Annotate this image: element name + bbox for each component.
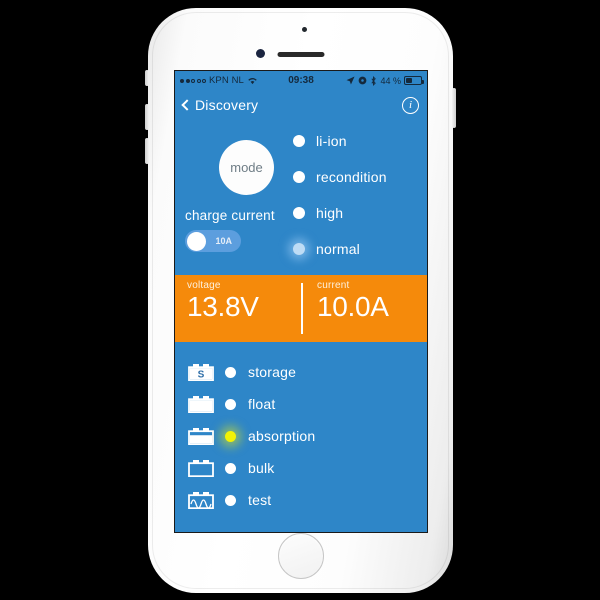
phone-device: KPN NL 09:38 44 % Discovery i mode li-io… xyxy=(145,8,456,593)
mode-option-label: li-ion xyxy=(316,133,347,149)
mode-button[interactable]: mode xyxy=(219,140,274,195)
status-row-label: float xyxy=(248,396,276,412)
battery-icon xyxy=(404,76,424,85)
mode-option-label: recondition xyxy=(316,169,387,185)
toggle-value-label: 10A xyxy=(215,236,232,246)
back-button[interactable]: Discovery xyxy=(181,97,259,113)
mode-option-label: normal xyxy=(316,241,360,257)
location-arrow-icon xyxy=(346,76,356,85)
ios-status-bar: KPN NL 09:38 44 % xyxy=(175,71,427,90)
wifi-icon xyxy=(247,76,258,85)
status-row-storage[interactable]: Sstorage xyxy=(188,356,427,388)
proximity-sensor xyxy=(302,27,307,32)
battery-percent-label: 44 % xyxy=(380,75,401,86)
status-row-label: storage xyxy=(248,364,297,380)
mode-option-high[interactable]: high xyxy=(293,195,387,231)
status-row-float[interactable]: float xyxy=(188,388,427,420)
power-button[interactable] xyxy=(452,88,456,128)
info-icon[interactable]: i xyxy=(402,96,419,114)
mode-option-recondition[interactable]: recondition xyxy=(293,159,387,195)
mode-options-list: li-ion recondition high normal xyxy=(293,123,387,267)
status-row-label: bulk xyxy=(248,460,275,476)
chevron-left-icon xyxy=(181,98,193,111)
status-led-indicator xyxy=(225,366,236,378)
radio-icon xyxy=(293,171,305,183)
status-bar-right: 44 % xyxy=(346,75,424,86)
svg-text:S: S xyxy=(198,369,205,380)
voltage-cell: voltage 13.8V xyxy=(175,275,297,342)
status-led-indicator xyxy=(225,430,236,442)
charge-current-label: charge current xyxy=(185,208,275,223)
app-nav-bar: Discovery i xyxy=(175,90,427,120)
back-button-label: Discovery xyxy=(195,97,259,113)
mode-section: mode li-ion recondition high normal charge … xyxy=(175,120,427,275)
battery-test-icon xyxy=(188,491,214,509)
battery-storage-icon: S xyxy=(188,363,214,381)
charge-state-list: Sstorage float absorption bulk test xyxy=(175,342,427,516)
readout-panel: voltage 13.8V current 10.0A xyxy=(175,275,427,342)
status-row-label: absorption xyxy=(248,428,316,444)
mode-option-normal[interactable]: normal xyxy=(293,231,387,267)
current-cell: current 10.0A xyxy=(297,275,427,342)
screenshot-root: KPN NL 09:38 44 % Discovery i mode li-io… xyxy=(0,0,600,600)
rotation-lock-icon xyxy=(358,76,367,85)
home-button[interactable] xyxy=(277,533,324,579)
voltage-value: 13.8V xyxy=(187,291,259,322)
battery-empty-icon xyxy=(188,459,214,477)
status-row-test[interactable]: test xyxy=(188,484,427,516)
carrier-label: KPN NL xyxy=(209,75,244,86)
status-row-label: test xyxy=(248,492,272,508)
phone-screen: KPN NL 09:38 44 % Discovery i mode li-io… xyxy=(174,70,428,533)
volume-up-button[interactable] xyxy=(145,104,149,130)
status-row-absorption[interactable]: absorption xyxy=(188,420,427,452)
current-label: current xyxy=(317,280,350,291)
radio-icon xyxy=(293,135,305,147)
charge-current-block: charge current 10A xyxy=(185,208,275,252)
radio-icon xyxy=(293,207,305,219)
front-camera xyxy=(256,49,265,58)
status-led-indicator xyxy=(225,398,236,410)
cellular-signal-icon xyxy=(180,78,206,83)
mode-option-label: high xyxy=(316,205,344,221)
status-row-bulk[interactable]: bulk xyxy=(188,452,427,484)
silent-switch[interactable] xyxy=(145,70,149,86)
status-bar-left: KPN NL xyxy=(180,75,258,86)
charge-current-toggle[interactable]: 10A xyxy=(185,230,241,252)
mode-option-li-ion[interactable]: li-ion xyxy=(293,123,387,159)
current-value: 10.0A xyxy=(317,291,389,322)
battery-absorption-icon xyxy=(188,427,214,445)
bluetooth-icon xyxy=(370,75,377,86)
status-led-indicator xyxy=(225,494,236,506)
earpiece-speaker xyxy=(277,52,324,57)
toggle-knob xyxy=(186,231,206,251)
battery-full-icon xyxy=(188,395,214,413)
volume-down-button[interactable] xyxy=(145,138,149,164)
voltage-label: voltage xyxy=(187,280,221,291)
radio-icon xyxy=(293,243,305,255)
status-led-indicator xyxy=(225,462,236,474)
